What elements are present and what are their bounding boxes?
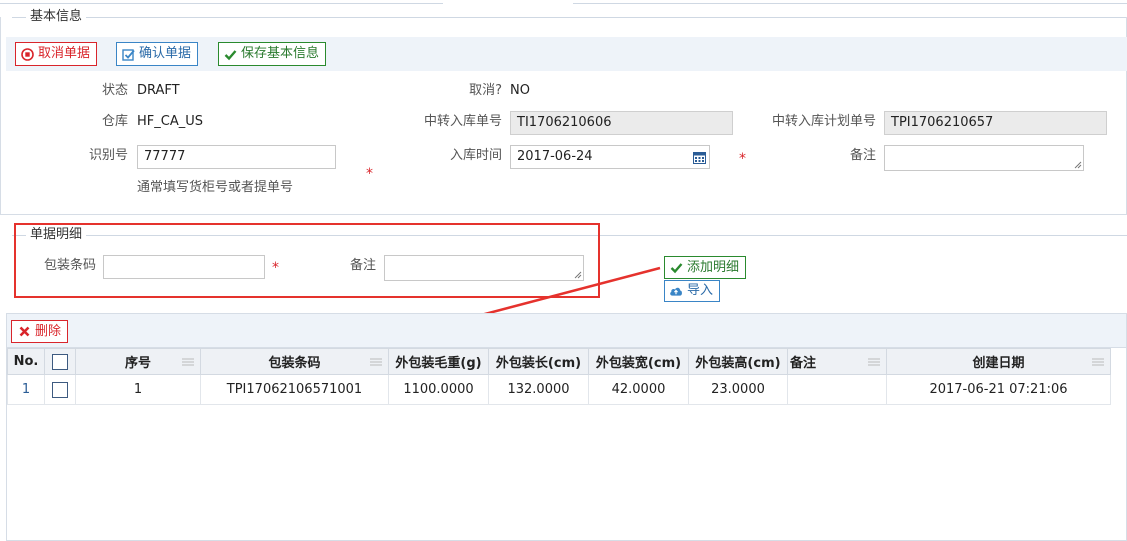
row-select-cell[interactable] — [44, 374, 76, 405]
column-header-weight[interactable]: 外包装毛重(g) — [388, 348, 489, 375]
cell-width: 42.0000 — [588, 374, 689, 405]
cell-remark — [787, 374, 887, 405]
table-header-row: No. 序号 包装条码 外包装毛重(g) 外包装长(cm) 外包装宽(cm) 外… — [7, 348, 1111, 375]
select-all-checkbox[interactable] — [52, 353, 68, 370]
column-header-barcode-label: 包装条码 — [268, 356, 321, 371]
column-header-seq-label: 序号 — [124, 356, 151, 371]
column-header-no: No. — [7, 348, 45, 375]
column-menu-icon[interactable] — [1092, 358, 1104, 366]
column-menu-icon[interactable] — [370, 358, 382, 366]
cell-created: 2017-06-21 07:21:06 — [886, 374, 1111, 405]
cell-barcode: TPI17062106571001 — [200, 374, 389, 405]
table-row[interactable]: 1 1 TPI17062106571001 1100.0000 132.0000… — [7, 374, 1111, 405]
column-header-created-label: 创建日期 — [972, 356, 1025, 371]
column-header-seq[interactable]: 序号 — [75, 348, 201, 375]
column-header-length-label: 外包装长(cm) — [495, 356, 582, 371]
grid-toolbar — [7, 314, 1126, 348]
cell-length: 132.0000 — [488, 374, 589, 405]
detail-table: No. 序号 包装条码 外包装毛重(g) 外包装长(cm) 外包装宽(cm) 外… — [7, 348, 1111, 405]
column-header-weight-label: 外包装毛重(g) — [395, 356, 482, 371]
cell-height: 23.0000 — [688, 374, 788, 405]
column-header-created[interactable]: 创建日期 — [886, 348, 1111, 375]
cell-seq: 1 — [75, 374, 201, 405]
column-header-select[interactable] — [44, 348, 76, 375]
delete-label: 删除 — [35, 324, 62, 339]
column-header-remark[interactable]: 备注 — [787, 348, 887, 375]
column-menu-icon[interactable] — [182, 358, 194, 366]
close-icon — [17, 325, 31, 339]
row-checkbox[interactable] — [52, 381, 68, 398]
column-header-width-label: 外包装宽(cm) — [595, 356, 682, 371]
column-header-barcode[interactable]: 包装条码 — [200, 348, 389, 375]
delete-button[interactable]: 删除 — [11, 320, 69, 343]
cell-weight: 1100.0000 — [388, 374, 489, 405]
column-menu-icon[interactable] — [868, 358, 880, 366]
column-header-width[interactable]: 外包装宽(cm) — [588, 348, 689, 375]
column-header-height-label: 外包装高(cm) — [695, 356, 781, 371]
column-header-no-label: No. — [13, 354, 39, 369]
column-header-length[interactable]: 外包装长(cm) — [488, 348, 589, 375]
row-number: 1 — [7, 374, 45, 405]
column-header-height[interactable]: 外包装高(cm) — [688, 348, 788, 375]
column-header-remark-label: 备注 — [790, 356, 817, 371]
